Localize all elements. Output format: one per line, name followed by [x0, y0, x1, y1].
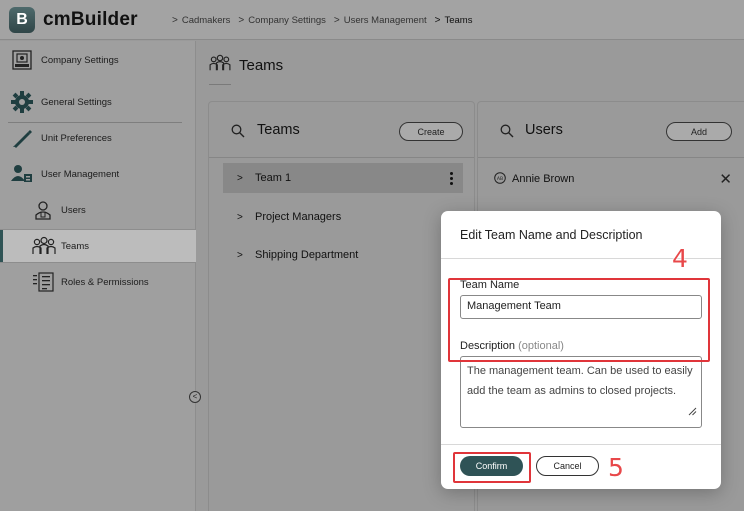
sidebar-item-company-settings[interactable]: Company Settings — [0, 43, 196, 77]
sidebar-item-label: Teams — [61, 240, 89, 252]
team-row[interactable]: > Project Managers — [223, 202, 463, 232]
teams-panel-header: Teams Create — [209, 102, 474, 158]
description-optional-hint: (optional) — [518, 340, 564, 352]
ruler-pencil-icon — [12, 128, 32, 148]
chevron-right-icon: > — [238, 14, 245, 26]
sidebar-item-user-management[interactable]: User Management — [0, 157, 196, 191]
app-logo[interactable]: B cmBuilder — [9, 6, 138, 33]
breadcrumb-item-company-settings[interactable]: > Company Settings — [238, 15, 325, 26]
description-text: The management team. Can be used to easi… — [467, 365, 693, 397]
breadcrumb-item-users-management[interactable]: > Users Management — [334, 15, 427, 26]
sidebar-item-roles-permissions[interactable]: Roles & Permissions — [0, 265, 196, 299]
description-label: Description (optional) — [460, 340, 564, 352]
app-name: cmBuilder — [43, 8, 138, 30]
sidebar-item-users[interactable]: Users — [0, 193, 196, 227]
sidebar-item-teams[interactable]: Teams — [0, 229, 196, 263]
permissions-icon — [33, 272, 55, 292]
more-options-icon[interactable] — [450, 172, 453, 187]
team-row[interactable]: > Shipping Department — [223, 240, 463, 270]
users-panel-title: Users — [525, 122, 563, 138]
team-name: Shipping Department — [255, 249, 359, 261]
dialog-divider — [441, 444, 721, 445]
users-panel-header: Users Add — [478, 102, 744, 158]
user-row: AB Annie Brown ✕ — [492, 166, 742, 192]
sidebar-item-general-settings[interactable]: General Settings — [0, 85, 196, 119]
sidebar-item-label: Users — [61, 204, 86, 216]
teams-panel-title: Teams — [257, 122, 300, 138]
dialog-title: Edit Team Name and Description — [460, 228, 643, 242]
breadcrumb-label: Company Settings — [248, 14, 326, 26]
resize-handle-icon[interactable] — [688, 403, 697, 423]
breadcrumb-label: Cadmakers — [181, 14, 231, 26]
breadcrumb-item-teams: > Teams — [435, 15, 473, 26]
breadcrumb: > Cadmakers > Company Settings > Users Mana… — [172, 0, 480, 40]
add-user-button[interactable]: Add — [666, 122, 732, 141]
teams-panel: Teams Create > Team 1 > Project Managers… — [208, 101, 475, 511]
user-name: Annie Brown — [512, 173, 575, 185]
team-icon — [209, 54, 231, 77]
create-team-button[interactable]: Create — [399, 122, 463, 141]
chevron-right-icon: > — [434, 14, 441, 26]
chevron-right-icon: > — [172, 14, 178, 26]
search-icon[interactable] — [231, 124, 245, 143]
remove-user-icon[interactable]: ✕ — [719, 170, 732, 188]
chevron-right-icon: > — [237, 211, 243, 223]
step-number-5: 5 — [608, 453, 624, 482]
user-avatar-icon: AB — [494, 171, 506, 187]
team-name: Project Managers — [255, 211, 342, 223]
description-textarea[interactable]: The management team. Can be used to easi… — [460, 356, 702, 428]
step-number-4: 4 — [672, 244, 688, 273]
user-icon — [33, 200, 53, 220]
company-icon — [12, 50, 32, 70]
description-label-text: Description — [460, 340, 516, 352]
title-underline — [209, 84, 231, 85]
user-management-icon — [11, 164, 33, 184]
search-icon[interactable] — [500, 124, 514, 143]
sidebar-item-label: Unit Preferences — [41, 132, 112, 144]
team-name: Team 1 — [255, 172, 292, 184]
cancel-button[interactable]: Cancel — [536, 456, 599, 476]
chevron-right-icon: > — [237, 172, 243, 184]
sidebar: Company Settings General Settings Unit P… — [0, 41, 196, 511]
team-row[interactable]: > Team 1 — [223, 163, 463, 193]
sidebar-item-label: General Settings — [41, 96, 112, 108]
page-title: Teams — [239, 57, 284, 74]
team-icon — [32, 236, 56, 256]
breadcrumb-item-cadmakers[interactable]: > Cadmakers — [172, 15, 230, 26]
svg-text:AB: AB — [497, 176, 503, 182]
sidebar-item-label: User Management — [41, 168, 120, 180]
team-name-input[interactable]: Management Team — [460, 295, 702, 319]
breadcrumb-label: Teams — [444, 14, 473, 26]
team-name-label: Team Name — [460, 279, 520, 291]
gear-icon — [11, 91, 33, 113]
confirm-button[interactable]: Confirm — [460, 456, 523, 476]
sidebar-item-label: Roles & Permissions — [61, 276, 149, 288]
logo-badge: B — [9, 6, 35, 33]
sidebar-item-label: Company Settings — [41, 54, 119, 66]
sidebar-item-unit-preferences[interactable]: Unit Preferences — [0, 121, 196, 155]
sidebar-collapse-button[interactable]: < — [189, 391, 201, 403]
chevron-right-icon: > — [333, 14, 340, 26]
page-header: Teams — [209, 54, 283, 77]
top-bar: B cmBuilder > Cadmakers > Company Settings… — [0, 0, 744, 40]
chevron-right-icon: > — [237, 249, 243, 261]
breadcrumb-label: Users Management — [343, 14, 427, 26]
